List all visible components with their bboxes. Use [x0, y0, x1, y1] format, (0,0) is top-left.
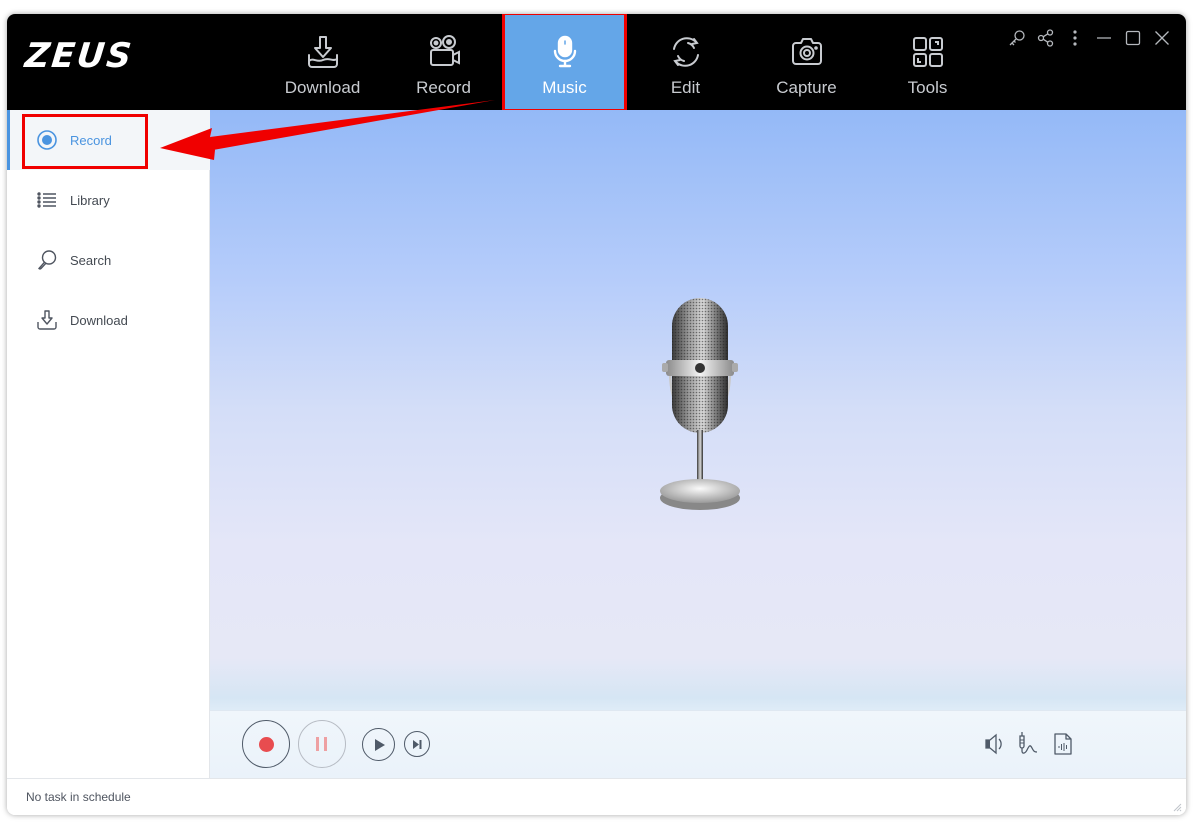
status-text: No task in schedule	[26, 790, 131, 804]
more-icon[interactable]	[1065, 28, 1085, 48]
tab-label: Capture	[776, 78, 837, 97]
sidebar-item-library[interactable]: Library	[7, 170, 209, 230]
skip-next-button[interactable]	[404, 731, 430, 757]
sidebar-item-download[interactable]: Download	[7, 290, 209, 350]
resize-grip-icon[interactable]	[1172, 802, 1182, 812]
tab-tools[interactable]: Tools	[867, 14, 988, 110]
studio-microphone-icon	[660, 298, 740, 510]
close-icon[interactable]	[1152, 28, 1172, 48]
tab-edit[interactable]: Edit	[625, 14, 746, 110]
share-icon[interactable]	[1036, 28, 1056, 48]
main-nav: Download Record Music Edit Capture Tools	[262, 14, 988, 112]
radio-record-icon	[37, 130, 57, 150]
status-bar: No task in schedule	[7, 778, 1186, 815]
skip-next-icon	[413, 740, 422, 749]
sidebar-item-label: Download	[70, 312, 128, 328]
audio-file-icon[interactable]	[1053, 732, 1073, 756]
app-logo: ZEUS	[22, 36, 136, 76]
tab-capture[interactable]: Capture	[746, 14, 867, 110]
sidebar: Record Library Search Download	[7, 110, 212, 778]
window-controls	[1007, 28, 1172, 48]
key-icon[interactable]	[1007, 28, 1027, 48]
play-button[interactable]	[362, 728, 395, 761]
pause-button[interactable]	[298, 720, 346, 768]
player-controls	[210, 710, 1186, 779]
tab-label: Tools	[907, 78, 948, 97]
tab-record[interactable]: Record	[383, 14, 504, 110]
tab-label: Edit	[670, 78, 701, 97]
speaker-icon[interactable]	[984, 733, 1006, 755]
sidebar-item-label: Search	[70, 252, 112, 268]
record-button[interactable]	[242, 720, 290, 768]
sidebar-item-label: Record	[70, 132, 112, 148]
tab-music[interactable]: Music	[502, 14, 627, 112]
audio-jack-icon[interactable]	[1016, 731, 1040, 757]
tab-label: Music	[542, 78, 587, 97]
app-window: ZEUS Download Record Music Edit Capture …	[7, 14, 1186, 815]
pause-icon	[316, 737, 319, 751]
download-icon	[37, 310, 57, 330]
tab-download[interactable]: Download	[262, 14, 383, 110]
camera-icon	[791, 38, 822, 65]
tools-grid-icon	[912, 37, 943, 67]
maximize-icon[interactable]	[1123, 28, 1143, 48]
download-tray-icon	[307, 36, 338, 68]
sidebar-item-search[interactable]: Search	[7, 230, 209, 290]
video-camera-icon	[429, 35, 460, 66]
search-icon	[38, 250, 57, 270]
minimize-icon[interactable]	[1094, 28, 1114, 48]
tab-label: Record	[416, 78, 471, 97]
sidebar-item-record[interactable]: Record	[7, 110, 212, 170]
refresh-cycle-icon	[672, 37, 699, 67]
sidebar-item-label: Library	[70, 192, 110, 208]
microphone-icon	[553, 35, 576, 68]
list-icon	[37, 192, 56, 208]
play-icon	[375, 739, 385, 751]
top-header: ZEUS Download Record Music Edit Capture …	[7, 14, 1186, 112]
recorder-canvas	[210, 110, 1186, 779]
tab-label: Download	[284, 78, 361, 97]
record-dot-icon	[259, 737, 274, 752]
